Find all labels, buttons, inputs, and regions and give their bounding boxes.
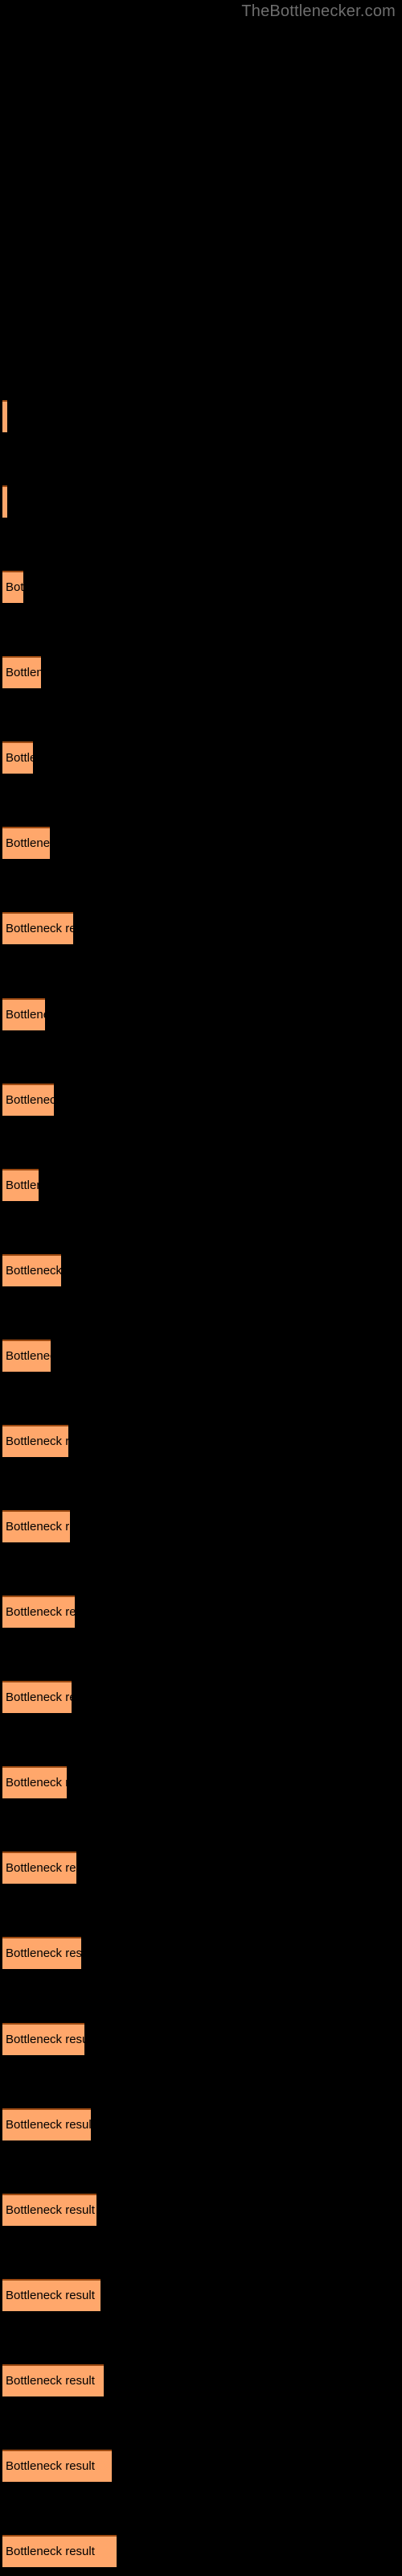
chart-bar[interactable]: Bottleneck result [2, 1084, 54, 1116]
chart-bar-label: Bottleneck result [6, 2545, 95, 2558]
chart-bar[interactable]: Bottleneck result [2, 656, 41, 688]
chart-bar-label: Bottleneck result [6, 1349, 51, 1363]
chart-bar[interactable]: Bottleneck result [2, 827, 50, 859]
chart-bar-label: Bottleneck result [6, 1861, 76, 1875]
chart-bar[interactable]: Bottleneck result [2, 1852, 76, 1884]
chart-bar[interactable]: Bottleneck result [2, 1254, 61, 1286]
chart-bar-label: Bottleneck result [6, 1776, 67, 1790]
chart-bar[interactable]: Bottleneck result [2, 2450, 112, 2482]
chart-bar[interactable]: Bottleneck result [2, 2279, 100, 2311]
chart-bar-label: Bottleneck result [6, 2033, 84, 2046]
chart-bar-label: Bottleneck result [6, 1008, 45, 1022]
chart-bar[interactable]: Bottleneck result [2, 2364, 104, 2396]
chart-bar-label: Bottleneck result [6, 922, 73, 935]
chart-bar[interactable]: Bottleneck result [2, 400, 7, 432]
chart-bar[interactable]: Bottleneck result [2, 1340, 51, 1372]
chart-bar[interactable]: Bottleneck result [2, 998, 45, 1030]
chart-bar[interactable]: Bottleneck result [2, 2023, 84, 2055]
chart-bar-label: Bottleneck result [6, 666, 41, 679]
chart-bar[interactable]: Bottleneck result [2, 571, 23, 603]
chart-bar-label: Bottleneck result [6, 751, 33, 765]
chart-bar[interactable]: Bottleneck result [2, 1425, 68, 1457]
chart-bar-label: Bottleneck result [6, 1093, 54, 1107]
chart-bar-label: Bottleneck result [6, 2289, 95, 2302]
chart-bar[interactable]: Bottleneck result [2, 1596, 75, 1628]
page-root: TheBottlenecker.com Bottleneck resultBot… [0, 0, 402, 2576]
chart-bar-label: Bottleneck result [6, 836, 50, 850]
chart-bar[interactable]: Bottleneck result [2, 485, 7, 518]
chart-bar-label: Bottleneck result [6, 1605, 75, 1619]
chart-bar-label: Bottleneck result [6, 1946, 81, 1960]
chart-bar[interactable]: Bottleneck result [2, 912, 73, 944]
chart-bar-label: Bottleneck result [6, 1520, 70, 1534]
chart-bar-label: Bottleneck result [6, 1435, 68, 1448]
chart-bar[interactable]: Bottleneck result [2, 1766, 67, 1798]
chart-bar-label: Bottleneck result [6, 2118, 91, 2132]
chart-bar[interactable]: Bottleneck result [2, 1681, 72, 1713]
chart-bar[interactable]: Bottleneck result [2, 1510, 70, 1542]
chart-bar-label: Bottleneck result [6, 2459, 95, 2473]
chart-bar[interactable]: Bottleneck result [2, 2108, 91, 2140]
chart-bar-label: Bottleneck result [6, 1179, 39, 1192]
chart-bar-label: Bottleneck result [6, 2374, 95, 2388]
chart-bar-label: Bottleneck result [6, 2203, 95, 2217]
chart-bar-label: Bottleneck result [6, 1690, 72, 1704]
chart-bar[interactable]: Bottleneck result [2, 2535, 117, 2567]
chart-bar[interactable]: Bottleneck result [2, 2194, 96, 2226]
chart-bar[interactable]: Bottleneck result [2, 741, 33, 774]
chart-bar-label: Bottleneck result [6, 580, 23, 594]
bottleneck-bar-chart: Bottleneck result Bottleneck result Bottle… [0, 0, 402, 2576]
chart-bar-label: Bottleneck result [6, 1264, 61, 1278]
chart-bar[interactable]: Bottleneck result [2, 1169, 39, 1201]
chart-bar[interactable]: Bottleneck result [2, 1937, 81, 1969]
